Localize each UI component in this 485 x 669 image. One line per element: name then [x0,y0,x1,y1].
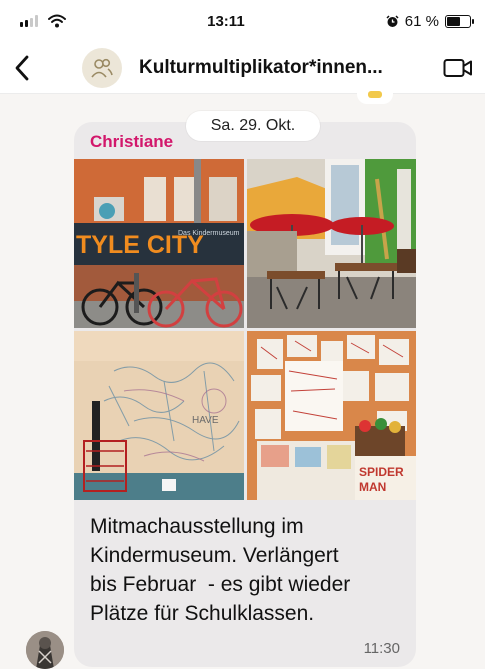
battery-percent: 61 % [404,12,439,30]
message-text-line: Mitmachausstellung im [90,515,304,538]
photo-cafe-umbrellas[interactable] [247,159,416,328]
message-text-line: Kindermuseum. Verlängert [90,544,339,567]
back-icon [15,55,29,80]
photo-drawn-wall[interactable]: HAVE [74,331,244,500]
chat-title[interactable]: Kulturmultiplikator*innen... [139,57,439,79]
photo-street-bikes[interactable]: TYLE CITY Das Kindermuseum [74,159,244,328]
previous-message-reaction[interactable] [357,90,393,104]
message-time: 11:30 [363,640,400,657]
chat-header: Kulturmultiplikator*innen... [0,42,485,94]
video-call-button[interactable] [439,48,473,88]
battery-icon [445,14,474,28]
battery-fill [447,16,461,26]
video-call-icon [443,58,472,77]
message-text-line: bis Februar - es gibt wieder [90,573,351,596]
wall-text-man: MAN [359,480,386,494]
message-bubble[interactable]: Christiane TYLE CITY Das Kindermuseum HA… [74,122,416,667]
message-text[interactable]: Mitmachausstellung im Kindermuseum. Verl… [90,512,410,628]
sign-text-small: Das Kindermuseum [178,230,240,237]
status-left [20,14,66,28]
sender-avatar[interactable] [26,631,64,669]
wifi-icon [48,14,66,28]
status-right: 61 % [386,12,474,30]
back-button[interactable] [14,48,50,88]
wall-text: HAVE [192,415,219,426]
reaction-icon [368,91,382,98]
sender-name[interactable]: Christiane [90,132,173,152]
signal-icon [20,15,38,27]
date-separator: Sa. 29. Okt. [186,111,320,141]
status-time: 13:11 [207,12,245,30]
group-avatar[interactable] [82,47,122,88]
photo-paper-wall[interactable]: SPIDER MAN [247,331,416,500]
alarm-icon [386,14,399,27]
wall-text-spider: SPIDER [359,465,404,479]
message-text-line: Plätze für Schulklassen. [90,602,315,625]
group-avatar-icon [91,58,113,78]
status-bar: 13:11 61 % [0,0,485,42]
